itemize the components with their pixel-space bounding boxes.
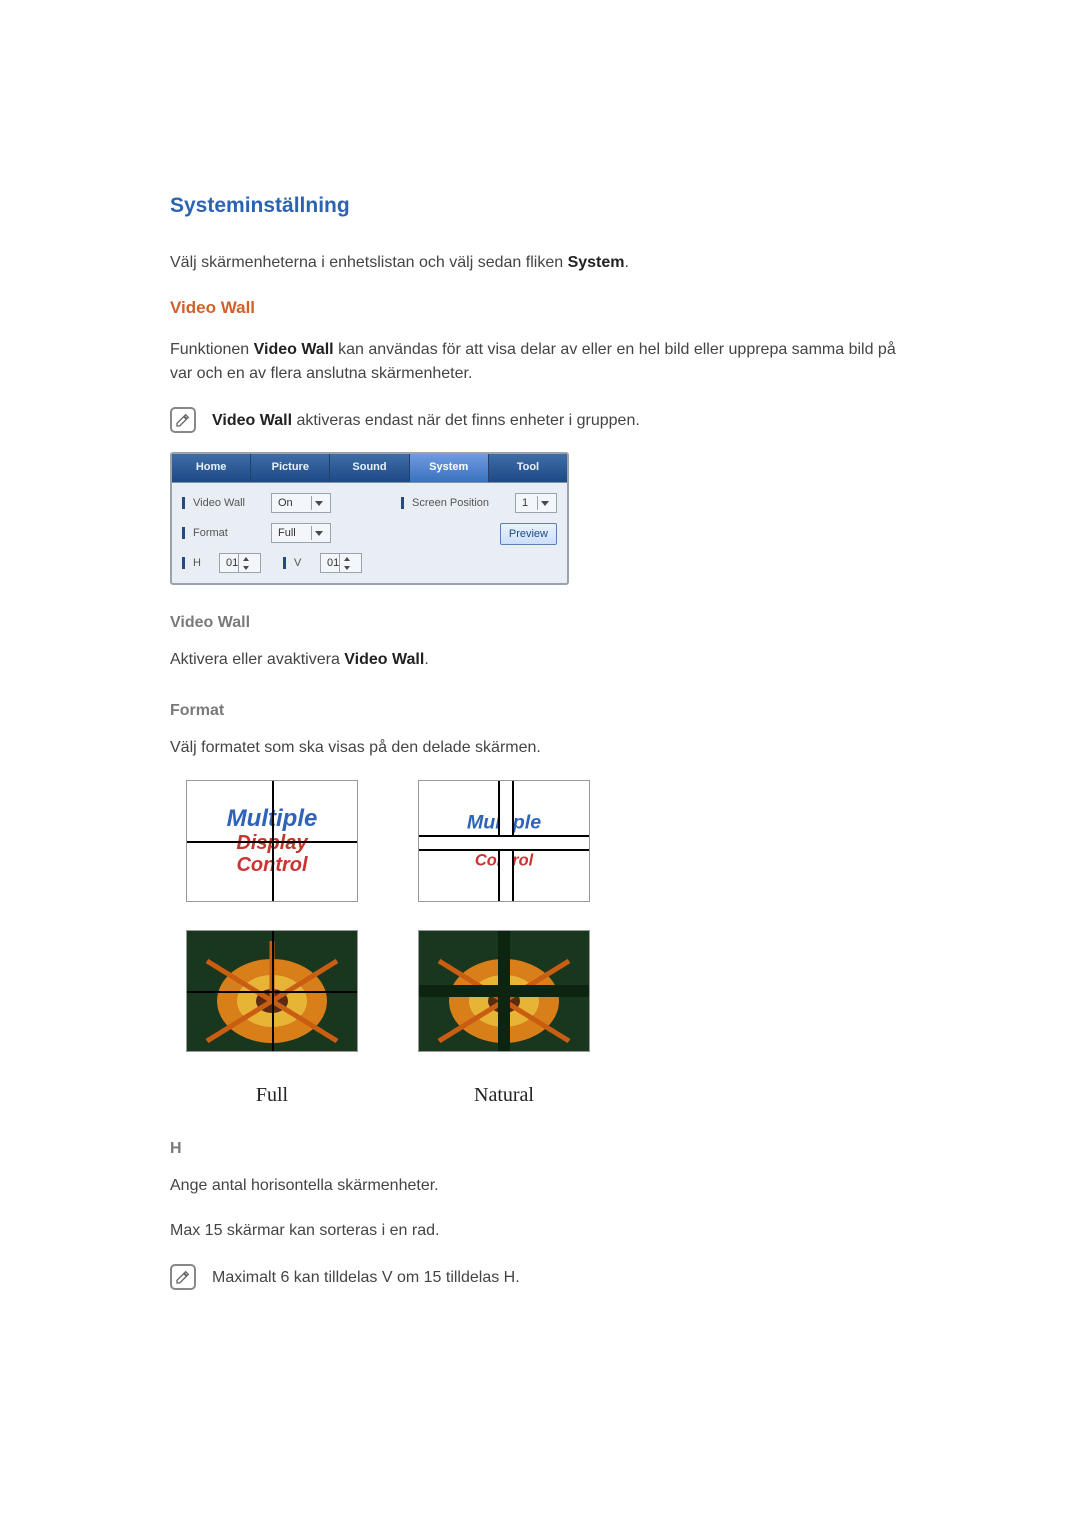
caption-natural: Natural: [474, 1080, 534, 1111]
panel-tabs: Home Picture Sound System Tool: [172, 454, 567, 483]
tick-icon: [401, 497, 404, 509]
thumb-stack-full: Multiple Display Control Full: [186, 780, 358, 1111]
select-format-value: Full: [278, 525, 296, 542]
thumb-stack-natural: Multiple Display Control Natu: [418, 780, 590, 1111]
system-panel: Home Picture Sound System Tool Video Wal…: [170, 452, 569, 585]
select-video-wall-value: On: [278, 495, 293, 512]
heading-video-wall: Video Wall: [170, 295, 920, 321]
label-v: V: [294, 555, 312, 572]
note-2: Maximalt 6 kan tilldelas V om 15 tilldel…: [170, 1264, 920, 1291]
tick-icon: [283, 557, 286, 569]
chevron-up-icon: [239, 554, 253, 563]
note-1: Video Wall aktiveras endast när det finn…: [170, 407, 920, 434]
format-desc: Välj formatet som ska visas på den delad…: [170, 736, 920, 761]
thumb-full-image: [186, 930, 358, 1052]
heading-h: H: [170, 1137, 920, 1162]
tab-picture[interactable]: Picture: [251, 454, 330, 482]
chevron-down-icon: [239, 563, 253, 572]
pencil-note-icon: [170, 1264, 196, 1290]
tab-sound[interactable]: Sound: [330, 454, 409, 482]
tab-system[interactable]: System: [410, 454, 489, 482]
tick-icon: [182, 527, 185, 539]
select-video-wall[interactable]: On: [271, 493, 331, 513]
tick-icon: [182, 497, 185, 509]
panel-body: Video Wall On Format Full H 01: [172, 483, 567, 583]
spinner-h-value: 01: [226, 555, 238, 572]
func-bold: Video Wall: [254, 341, 334, 358]
h-desc-2: Max 15 skärmar kan sorteras i en rad.: [170, 1219, 920, 1244]
tick-icon: [182, 557, 185, 569]
note-1-text: Video Wall aktiveras endast när det finn…: [212, 409, 640, 434]
vw-bold: Video Wall: [344, 651, 424, 668]
chevron-down-icon: [340, 563, 354, 572]
preview-button[interactable]: Preview: [500, 523, 557, 545]
label-screen-position: Screen Position: [412, 495, 507, 512]
select-screen-position-value: 1: [522, 495, 528, 512]
pencil-note-icon: [170, 407, 196, 433]
caption-full: Full: [256, 1080, 288, 1111]
chevron-down-icon: [311, 526, 326, 540]
tab-tool[interactable]: Tool: [489, 454, 567, 482]
intro-bold: System: [568, 254, 625, 271]
field-hv: H 01 V 01: [182, 553, 389, 573]
note1-rest: aktiveras endast när det finns enheter i…: [292, 412, 640, 429]
intro-paragraph: Välj skärmenheterna i enhetslistan och v…: [170, 251, 920, 276]
chevron-down-icon: [311, 496, 326, 510]
func-pre: Funktionen: [170, 341, 254, 358]
chevron-down-icon: [537, 496, 552, 510]
intro-post: .: [624, 254, 628, 271]
spinner-v-value: 01: [327, 555, 339, 572]
intro-pre: Välj skärmenheterna i enhetslistan och v…: [170, 254, 568, 271]
spinner-v[interactable]: 01: [320, 553, 362, 573]
video-wall-desc: Funktionen Video Wall kan användas för a…: [170, 338, 920, 388]
thumb-natural-image: [418, 930, 590, 1052]
select-screen-position[interactable]: 1: [515, 493, 557, 513]
heading-format: Format: [170, 699, 920, 724]
vw-post: .: [424, 651, 428, 668]
video-wall-activate-text: Aktivera eller avaktivera Video Wall.: [170, 648, 920, 673]
label-video-wall: Video Wall: [193, 495, 263, 512]
thumb-natural-text: Multiple Display Control: [418, 780, 590, 902]
vw-pre: Aktivera eller avaktivera: [170, 651, 344, 668]
tab-home[interactable]: Home: [172, 454, 251, 482]
h-desc-1: Ange antal horisontella skärmenheter.: [170, 1174, 920, 1199]
format-thumbs: Multiple Display Control Full: [186, 780, 920, 1111]
note1-bold: Video Wall: [212, 412, 292, 429]
label-format: Format: [193, 525, 263, 542]
field-video-wall: Video Wall On: [182, 493, 389, 513]
label-h: H: [193, 555, 211, 572]
field-format: Format Full: [182, 523, 389, 543]
spinner-h[interactable]: 01: [219, 553, 261, 573]
heading-system-settings: Systeminställning: [170, 190, 920, 223]
thumb-full-text: Multiple Display Control: [186, 780, 358, 902]
chevron-up-icon: [340, 554, 354, 563]
note-2-text: Maximalt 6 kan tilldelas V om 15 tilldel…: [212, 1266, 520, 1291]
field-screen-position: Screen Position 1: [401, 493, 557, 513]
heading-video-wall-sub: Video Wall: [170, 611, 920, 636]
select-format[interactable]: Full: [271, 523, 331, 543]
